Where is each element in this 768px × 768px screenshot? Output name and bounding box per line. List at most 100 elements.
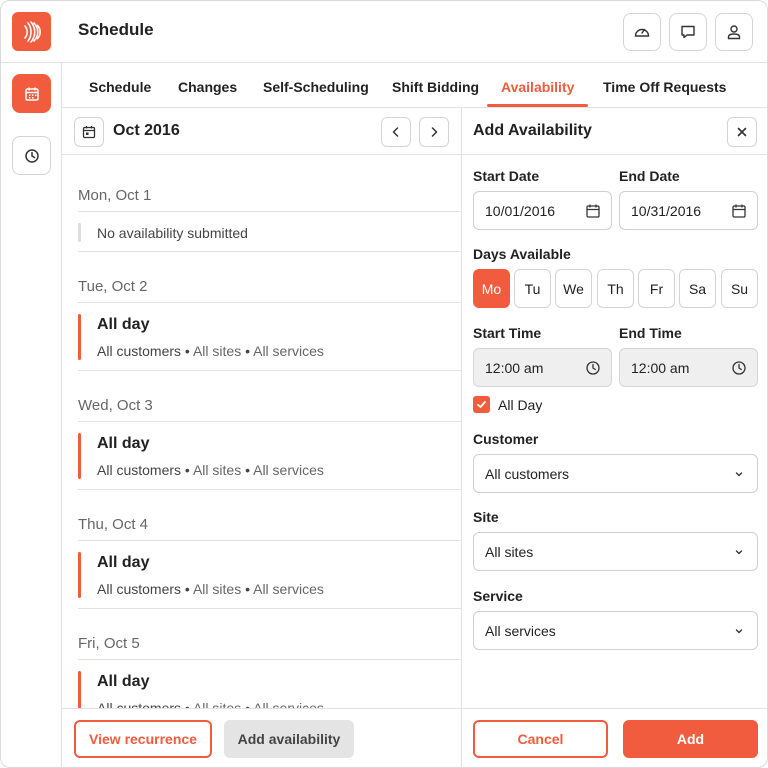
chat-icon <box>681 25 695 39</box>
add-availability-button[interactable]: Add availability <box>224 720 354 758</box>
availability-list: Mon, Oct 1 No availability submitted Tue… <box>62 155 461 708</box>
entry-title[interactable]: All day <box>97 435 149 453</box>
site-value: All sites <box>485 544 534 560</box>
end-time-value: 12:00 am <box>631 360 690 376</box>
messages-button[interactable] <box>669 13 707 51</box>
entry-marker <box>78 223 81 242</box>
calendar-icon <box>82 126 96 139</box>
availability-list-pane: Oct 2016 Mon, Oct 1 No availability subm… <box>62 108 462 767</box>
end-time-field[interactable]: 12:00 am <box>619 348 758 387</box>
day-title: Wed, Oct 3 <box>78 397 153 414</box>
service-label: Service <box>473 588 523 604</box>
entry-title[interactable]: All day <box>97 554 149 572</box>
entry-details: All customers • All sites • All services <box>97 700 324 708</box>
entry-marker <box>78 671 81 708</box>
panel-header: Add Availability <box>462 108 767 155</box>
prev-month-button[interactable] <box>381 117 411 147</box>
add-availability-panel: Add Availability Start Date End Date 10/… <box>462 108 767 767</box>
close-icon <box>737 127 747 137</box>
day-toggle-th[interactable]: Th <box>597 269 634 308</box>
day-title: Mon, Oct 1 <box>78 187 152 204</box>
all-day-checkbox[interactable] <box>473 396 490 413</box>
day-title: Thu, Oct 4 <box>78 516 149 533</box>
clock-icon <box>586 361 600 375</box>
tab-self-scheduling[interactable]: Self-Scheduling <box>263 79 369 95</box>
start-date-label: Start Date <box>473 168 540 184</box>
end-date-field[interactable]: 10/31/2016 <box>619 191 758 230</box>
calendar-icon <box>732 204 746 218</box>
chevron-right-icon <box>431 127 438 137</box>
rail-time-button[interactable] <box>12 136 51 175</box>
clock-icon <box>24 148 39 163</box>
tab-time-off-requests[interactable]: Time Off Requests <box>603 79 726 95</box>
close-button[interactable] <box>727 117 757 147</box>
user-icon <box>727 25 741 40</box>
customer-value: All customers <box>485 466 570 482</box>
start-time-value: 12:00 am <box>485 360 544 376</box>
current-month: Oct 2016 <box>113 122 180 139</box>
customer-select[interactable]: All customers <box>473 454 758 493</box>
start-date-field[interactable]: 10/01/2016 <box>473 191 612 230</box>
divider <box>78 370 461 371</box>
end-time-label: End Time <box>619 325 682 341</box>
service-select[interactable]: All services <box>473 611 758 650</box>
chevron-down-icon <box>735 629 743 634</box>
chevron-down-icon <box>735 472 743 477</box>
next-month-button[interactable] <box>419 117 449 147</box>
day-toggle-sa[interactable]: Sa <box>679 269 716 308</box>
entry-details: All customers • All sites • All services <box>97 581 324 597</box>
checkmark-icon <box>477 401 486 408</box>
clock-icon <box>732 361 746 375</box>
all-day-label[interactable]: All Day <box>498 397 542 413</box>
side-rail <box>1 63 62 767</box>
tab-shift-bidding[interactable]: Shift Bidding <box>392 79 479 95</box>
day-toggle-mo[interactable]: Mo <box>473 269 510 308</box>
signal-waves-icon[interactable] <box>12 12 51 51</box>
active-tab-indicator <box>487 104 588 107</box>
divider <box>78 659 461 660</box>
tab-bar: Schedule Changes Self-Scheduling Shift B… <box>62 63 767 108</box>
calendar-icon <box>586 204 600 218</box>
profile-button[interactable] <box>715 13 753 51</box>
day-toggle-we[interactable]: We <box>555 269 592 308</box>
cancel-button[interactable]: Cancel <box>473 720 608 758</box>
entry-marker <box>78 314 81 360</box>
site-label: Site <box>473 509 499 525</box>
day-title: Fri, Oct 5 <box>78 635 140 652</box>
add-button[interactable]: Add <box>623 720 758 758</box>
panel-title: Add Availability <box>473 122 592 139</box>
tab-availability[interactable]: Availability <box>501 79 574 95</box>
start-time-field[interactable]: 12:00 am <box>473 348 612 387</box>
empty-availability-text: No availability submitted <box>97 225 248 241</box>
list-footer: View recurrence Add availability <box>62 708 461 767</box>
calendar-icon <box>24 87 39 101</box>
entry-title[interactable]: All day <box>97 673 149 691</box>
chevron-down-icon <box>735 550 743 555</box>
month-header: Oct 2016 <box>62 108 461 155</box>
view-recurrence-button[interactable]: View recurrence <box>74 720 212 758</box>
day-toggle-su[interactable]: Su <box>721 269 758 308</box>
site-select[interactable]: All sites <box>473 532 758 571</box>
divider <box>78 251 461 252</box>
tab-changes[interactable]: Changes <box>178 79 237 95</box>
app-window: Schedule Schedule Changes Self-Schedulin… <box>0 0 768 768</box>
rail-schedule-button[interactable] <box>12 74 51 113</box>
days-available-label: Days Available <box>473 246 571 262</box>
day-toggle-tu[interactable]: Tu <box>514 269 551 308</box>
month-picker-button[interactable] <box>74 117 104 147</box>
dashboard-button[interactable] <box>623 13 661 51</box>
entry-title[interactable]: All day <box>97 316 149 334</box>
start-time-label: Start Time <box>473 325 542 341</box>
panel-footer: Cancel Add <box>462 708 767 767</box>
chevron-left-icon <box>392 127 399 137</box>
end-date-value: 10/31/2016 <box>631 203 702 219</box>
service-value: All services <box>485 623 556 639</box>
tab-schedule[interactable]: Schedule <box>89 79 151 95</box>
divider <box>78 540 461 541</box>
day-title: Tue, Oct 2 <box>78 278 148 295</box>
day-toggle-fr[interactable]: Fr <box>638 269 675 308</box>
top-header: Schedule <box>1 1 767 63</box>
divider <box>78 211 461 212</box>
entry-marker <box>78 552 81 598</box>
entry-marker <box>78 433 81 479</box>
